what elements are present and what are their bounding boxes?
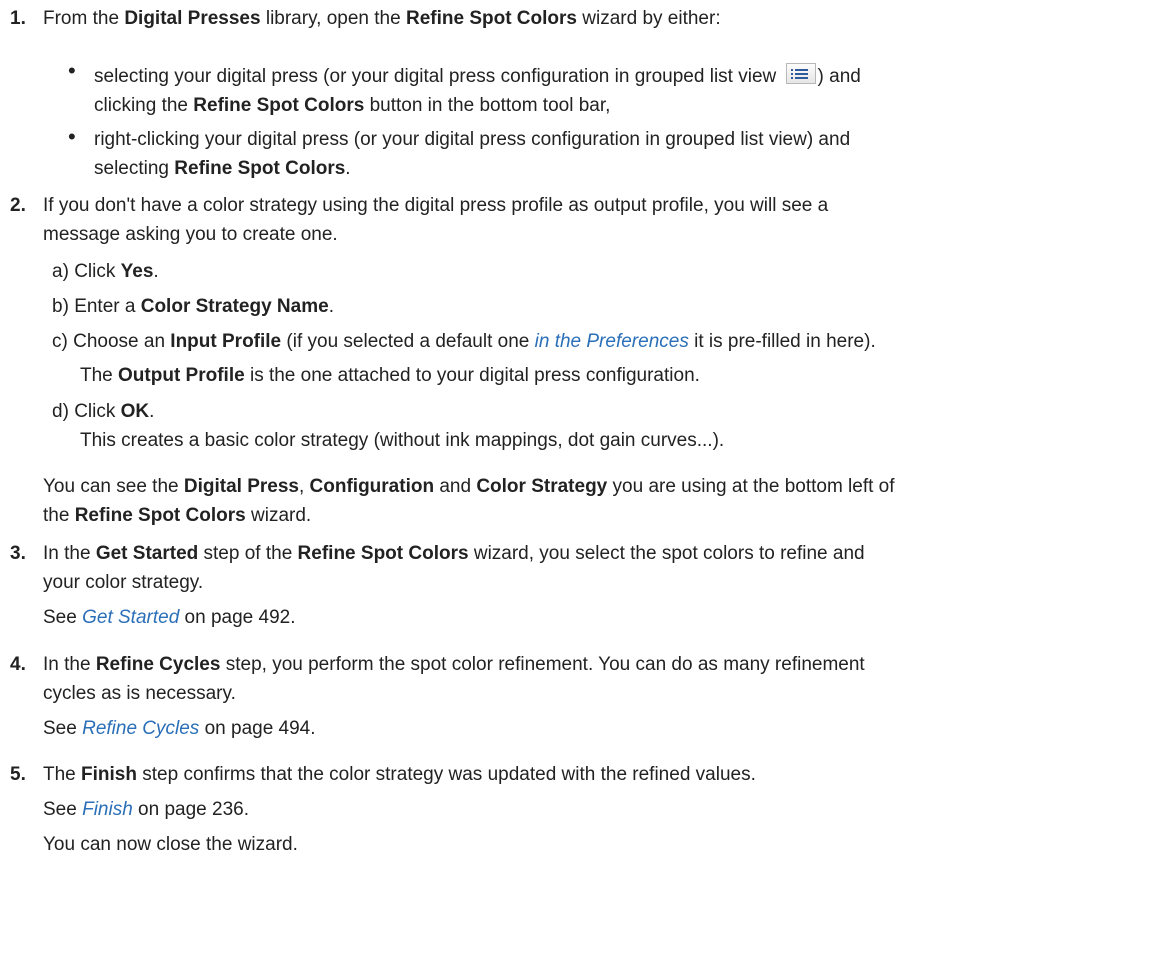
bullet-2-line-2: selecting Refine Spot Colors. (94, 158, 351, 179)
step-number: 4. (10, 654, 26, 675)
step-3-line-1: In the Get Started step of the Refine Sp… (43, 543, 865, 564)
step-2-line-1: If you don't have a color strategy using… (43, 195, 829, 216)
substep-c: c) Choose an Input Profile (if you selec… (52, 331, 876, 352)
step-1-intro: From the Digital Presses library, open t… (43, 8, 721, 29)
substep-d-note: This creates a basic color strategy (wit… (80, 430, 725, 451)
substep-b: b) Enter a Color Strategy Name. (52, 296, 334, 317)
bullet-1-line-2: clicking the Refine Spot Colors button i… (94, 95, 611, 116)
bullet-2-line-1: right-clicking your digital press (or yo… (94, 129, 851, 150)
step-4-see: See Refine Cycles on page 494. (43, 718, 316, 739)
refine-cycles-link[interactable]: Refine Cycles (82, 718, 199, 739)
substep-c-note: The Output Profile is the one attached t… (80, 365, 700, 386)
get-started-link[interactable]: Get Started (82, 607, 179, 628)
list-view-icon (785, 63, 816, 85)
step-5-see: See Finish on page 236. (43, 799, 249, 820)
step-2-line-2: message asking you to create one. (43, 224, 338, 245)
bullet-marker: • (68, 58, 76, 83)
substep-a: a) Click Yes. (52, 261, 159, 282)
step-4-line-2: cycles as is necessary. (43, 683, 236, 704)
step-3-see: See Get Started on page 492. (43, 607, 296, 628)
bullet-1-line-1: selecting your digital press (or your di… (94, 63, 861, 90)
step-2-note-line-1: You can see the Digital Press, Configura… (43, 476, 895, 497)
step-3-line-2: your color strategy. (43, 572, 204, 593)
step-number: 5. (10, 764, 26, 785)
substep-d: d) Click OK. (52, 401, 155, 422)
finish-link[interactable]: Finish (82, 799, 133, 820)
step-5-close: You can now close the wizard. (43, 834, 298, 855)
step-number: 1. (10, 8, 26, 29)
step-number: 2. (10, 195, 26, 216)
step-number: 3. (10, 543, 26, 564)
preferences-link[interactable]: in the Preferences (535, 331, 689, 352)
step-2-note-line-2: the Refine Spot Colors wizard. (43, 505, 312, 526)
step-4-line-1: In the Refine Cycles step, you perform t… (43, 654, 865, 675)
bullet-marker: • (68, 124, 76, 149)
step-5-line-1: The Finish step confirms that the color … (43, 764, 756, 785)
instruction-document: 1. From the Digital Presses library, ope… (0, 0, 1163, 970)
